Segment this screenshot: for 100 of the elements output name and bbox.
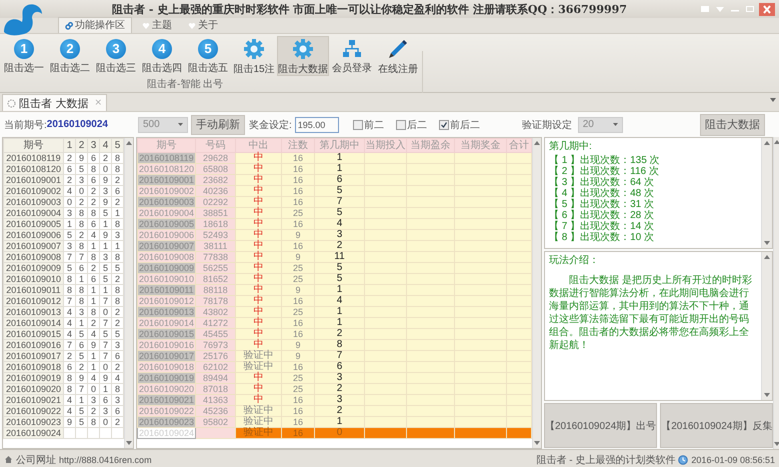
table-row[interactable]: 20160109006 52493 中 9 3 xyxy=(138,230,532,240)
table-cell: 6 xyxy=(100,394,112,406)
table-cell: 2 xyxy=(88,262,100,274)
table-row[interactable]: 20160109011 88118 中 9 1 xyxy=(138,284,532,296)
big-data-button[interactable]: 阻击大数据 xyxy=(700,114,765,136)
column-header[interactable]: 2 xyxy=(76,138,88,152)
checkbox-icon[interactable] xyxy=(396,120,406,130)
ribbon-button[interactable]: 在线注册 xyxy=(375,36,421,76)
table-row[interactable]: 20160109001 23682 中 16 6 xyxy=(138,174,532,186)
option-checkbox[interactable]: 前后二 xyxy=(438,118,480,132)
checkbox-icon[interactable] xyxy=(438,120,449,130)
ribbon-button[interactable]: 阻击15注 xyxy=(231,36,277,76)
column-header[interactable]: 期号 xyxy=(4,138,64,152)
scrollbar[interactable] xyxy=(761,252,772,400)
table-row[interactable]: 20160109012 78178 中 16 4 xyxy=(138,296,532,306)
table-cell: 2 xyxy=(64,152,76,164)
scroll-down-icon[interactable] xyxy=(774,442,779,446)
stats-line: 【 1 】出现次数：135 次 xyxy=(549,155,661,166)
prize-field[interactable]: 195.00 xyxy=(294,116,339,132)
table-row[interactable]: 20160109013 43802 中 25 1 xyxy=(138,306,532,318)
scroll-down-icon[interactable] xyxy=(764,393,770,397)
table-row[interactable]: 20160109010 81652 中 25 5 xyxy=(138,274,532,284)
scrollbar[interactable] xyxy=(124,138,133,448)
checkbox-icon[interactable] xyxy=(352,120,363,130)
scroll-up-icon[interactable] xyxy=(534,141,540,145)
option-checkbox[interactable]: 前二 xyxy=(352,118,384,132)
ribbon-button[interactable]: 1 阻击选一 xyxy=(1,36,47,76)
ribbon-button[interactable]: 4 阻击选四 xyxy=(139,36,185,76)
table-row[interactable]: 20160109008 77838 中 9 11 xyxy=(138,252,532,262)
table-cell: 20160109011 xyxy=(4,284,64,296)
action-button[interactable]: 【20160109024期】出号 xyxy=(544,403,658,448)
table-cell: 7 xyxy=(64,296,76,306)
scroll-down-icon[interactable] xyxy=(534,441,540,445)
table-row[interactable]: 20160109002 40236 中 16 5 xyxy=(138,186,532,196)
table-row[interactable]: 20160109009 56255 中 25 5 xyxy=(138,262,532,274)
table-cell: 6 xyxy=(88,218,100,230)
table-row[interactable]: 20160109017 25176 验证中 9 7 xyxy=(138,350,532,362)
table-cell: 4 xyxy=(64,318,76,328)
scroll-up-icon[interactable] xyxy=(126,141,132,145)
column-header[interactable]: 4 xyxy=(100,138,112,152)
scroll-up-icon[interactable] xyxy=(764,255,770,259)
caret-icon[interactable] xyxy=(612,123,618,126)
ribbon-tab[interactable]: 关于 xyxy=(182,18,224,33)
table-row[interactable]: 20160108120 65808 中 16 1 xyxy=(138,164,532,174)
table-cell: 5 xyxy=(76,416,88,428)
ribbon-button[interactable]: 3 阻击选三 xyxy=(93,36,139,76)
refresh-button[interactable]: 手动刷新 xyxy=(190,114,245,134)
table-cell: 3 xyxy=(100,252,112,262)
action-button[interactable]: 【20160109024期】反集 xyxy=(660,403,774,448)
column-header[interactable]: 1 xyxy=(64,138,76,152)
ribbon-button[interactable]: 5 阻击选五 xyxy=(185,36,231,76)
ribbon-button[interactable]: 会员登录 xyxy=(329,36,375,76)
table-cell: 8 xyxy=(64,284,76,296)
table-cell: 3 xyxy=(64,208,76,218)
table-cell: 20160109010 xyxy=(138,274,196,284)
table-cell: 5 xyxy=(76,406,88,416)
table-row[interactable]: 20160109016 76973 中 9 8 xyxy=(138,340,532,350)
table-row[interactable]: 20160109019 89494 中 25 3 xyxy=(138,372,532,384)
scrollbar[interactable] xyxy=(773,137,779,449)
option-checkbox[interactable]: 后二 xyxy=(396,118,427,132)
scroll-down-icon[interactable] xyxy=(126,441,132,445)
scrollbar[interactable] xyxy=(532,138,541,448)
table-row[interactable]: 20160109023 95802 验证中 16 1 xyxy=(138,416,532,428)
ribbon-button[interactable]: 2 阻击选二 xyxy=(47,36,93,76)
scrollbar[interactable] xyxy=(761,138,772,248)
ribbon-button[interactable]: 阻击大数据 xyxy=(277,36,329,76)
close-icon[interactable] xyxy=(759,2,775,16)
table-cell: 1 xyxy=(88,362,100,372)
table-row[interactable]: 20160109014 41272 中 16 1 xyxy=(138,318,532,328)
dropdown-icon[interactable] xyxy=(770,98,776,102)
table-row[interactable]: 20160109003 02292 中 16 7 xyxy=(138,196,532,208)
ribbon-tab[interactable]: 功能操作区 xyxy=(58,17,132,33)
table-row[interactable]: 20160109005 18618 中 16 4 xyxy=(138,218,532,230)
table-row[interactable]: 20160109004 38851 中 25 5 xyxy=(138,208,532,218)
table-cell: 20160109008 xyxy=(4,252,64,262)
column-header[interactable]: 3 xyxy=(88,138,100,152)
column-header[interactable]: 5 xyxy=(112,138,124,152)
table-cell: 7 xyxy=(100,318,112,328)
table-row[interactable]: 20160108119 29628 中 16 1 xyxy=(138,152,532,164)
table-row[interactable]: 20160109020 87018 中 25 2 xyxy=(138,384,532,394)
scroll-down-icon[interactable] xyxy=(764,241,770,245)
table-row[interactable]: 20160109007 38111 中 16 2 xyxy=(138,240,532,252)
table-row[interactable]: 20160109022 45236 验证中 16 2 xyxy=(138,406,532,416)
table-cell: 6 xyxy=(88,274,100,284)
table-cell: 3 xyxy=(88,394,100,406)
table-cell: 6 xyxy=(64,362,76,372)
table-cell: 2 xyxy=(64,350,76,362)
table-cell: 20160109015 xyxy=(4,328,64,340)
document-tab[interactable]: 阻击者 大数据 × xyxy=(2,94,108,111)
table-cell: 3 xyxy=(100,406,112,416)
ribbon-tab[interactable]: 主题 xyxy=(136,18,178,33)
table-row[interactable]: 20160109018 62102 验证中 16 6 xyxy=(138,362,532,372)
table-cell: 1 xyxy=(76,274,88,284)
table-cell: 20160109012 xyxy=(138,296,196,306)
table-row[interactable]: 20160109015 45455 中 16 2 xyxy=(138,328,532,340)
site-link[interactable]: http://888.0416ren.com xyxy=(59,454,152,464)
caret-icon[interactable] xyxy=(178,123,183,126)
table-cell: 6 xyxy=(76,340,88,350)
table-row[interactable]: 20160109021 41363 中 16 3 xyxy=(138,394,532,406)
table-cell: 4 xyxy=(88,372,100,384)
